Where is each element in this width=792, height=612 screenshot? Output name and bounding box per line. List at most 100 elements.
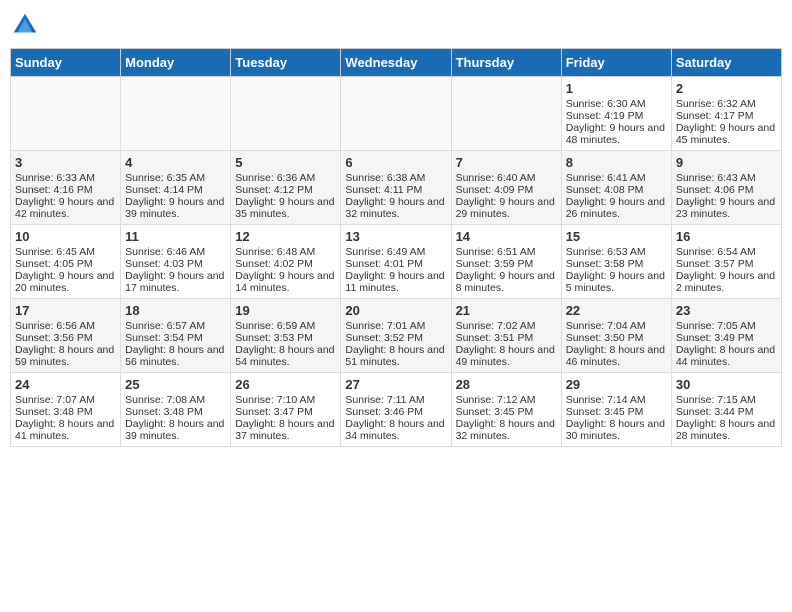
- calendar-cell: 14Sunrise: 6:51 AMSunset: 3:59 PMDayligh…: [451, 225, 561, 299]
- day-number: 1: [566, 81, 667, 96]
- cell-info: Sunset: 3:57 PM: [676, 258, 777, 270]
- cell-info: Sunrise: 6:51 AM: [456, 246, 557, 258]
- cell-info: Sunset: 3:45 PM: [456, 406, 557, 418]
- header-day-wednesday: Wednesday: [341, 49, 451, 77]
- day-number: 23: [676, 303, 777, 318]
- cell-info: Daylight: 9 hours and 14 minutes.: [235, 270, 336, 294]
- header-day-thursday: Thursday: [451, 49, 561, 77]
- day-number: 8: [566, 155, 667, 170]
- cell-info: Sunset: 3:49 PM: [676, 332, 777, 344]
- day-number: 28: [456, 377, 557, 392]
- cell-info: Sunrise: 6:36 AM: [235, 172, 336, 184]
- cell-info: Sunset: 4:09 PM: [456, 184, 557, 196]
- cell-info: Daylight: 9 hours and 11 minutes.: [345, 270, 446, 294]
- cell-info: Sunset: 3:53 PM: [235, 332, 336, 344]
- cell-info: Daylight: 9 hours and 32 minutes.: [345, 196, 446, 220]
- day-number: 6: [345, 155, 446, 170]
- calendar-cell: 29Sunrise: 7:14 AMSunset: 3:45 PMDayligh…: [561, 373, 671, 447]
- cell-info: Sunrise: 6:35 AM: [125, 172, 226, 184]
- cell-info: Sunset: 3:46 PM: [345, 406, 446, 418]
- day-number: 26: [235, 377, 336, 392]
- cell-info: Sunset: 3:52 PM: [345, 332, 446, 344]
- day-number: 25: [125, 377, 226, 392]
- day-number: 21: [456, 303, 557, 318]
- cell-info: Sunset: 4:14 PM: [125, 184, 226, 196]
- cell-info: Sunset: 3:56 PM: [15, 332, 116, 344]
- day-number: 16: [676, 229, 777, 244]
- day-number: 12: [235, 229, 336, 244]
- cell-info: Sunset: 3:59 PM: [456, 258, 557, 270]
- cell-info: Sunrise: 7:10 AM: [235, 394, 336, 406]
- cell-info: Sunrise: 6:57 AM: [125, 320, 226, 332]
- day-number: 18: [125, 303, 226, 318]
- cell-info: Sunrise: 6:30 AM: [566, 98, 667, 110]
- day-number: 2: [676, 81, 777, 96]
- cell-info: Sunrise: 7:08 AM: [125, 394, 226, 406]
- cell-info: Sunset: 4:11 PM: [345, 184, 446, 196]
- cell-info: Sunset: 3:50 PM: [566, 332, 667, 344]
- cell-info: Sunrise: 7:01 AM: [345, 320, 446, 332]
- cell-info: Sunset: 4:06 PM: [676, 184, 777, 196]
- cell-info: Daylight: 8 hours and 41 minutes.: [15, 418, 116, 442]
- calendar-cell: 2Sunrise: 6:32 AMSunset: 4:17 PMDaylight…: [671, 77, 781, 151]
- cell-info: Daylight: 9 hours and 8 minutes.: [456, 270, 557, 294]
- calendar-cell: 18Sunrise: 6:57 AMSunset: 3:54 PMDayligh…: [121, 299, 231, 373]
- cell-info: Sunrise: 6:33 AM: [15, 172, 116, 184]
- cell-info: Sunset: 4:16 PM: [15, 184, 116, 196]
- calendar-cell: 4Sunrise: 6:35 AMSunset: 4:14 PMDaylight…: [121, 151, 231, 225]
- day-number: 24: [15, 377, 116, 392]
- page-header: [10, 10, 782, 40]
- logo-icon: [10, 10, 40, 40]
- cell-info: Daylight: 8 hours and 32 minutes.: [456, 418, 557, 442]
- calendar-cell: 26Sunrise: 7:10 AMSunset: 3:47 PMDayligh…: [231, 373, 341, 447]
- calendar-cell: 22Sunrise: 7:04 AMSunset: 3:50 PMDayligh…: [561, 299, 671, 373]
- cell-info: Sunset: 4:05 PM: [15, 258, 116, 270]
- calendar-week-4: 17Sunrise: 6:56 AMSunset: 3:56 PMDayligh…: [11, 299, 782, 373]
- cell-info: Daylight: 9 hours and 48 minutes.: [566, 122, 667, 146]
- cell-info: Daylight: 8 hours and 59 minutes.: [15, 344, 116, 368]
- cell-info: Sunrise: 6:45 AM: [15, 246, 116, 258]
- cell-info: Sunrise: 7:11 AM: [345, 394, 446, 406]
- calendar-cell: 1 Sunrise: 6:30 AMSunset: 4:19 PMDaylight…: [561, 77, 671, 151]
- cell-info: Sunrise: 6:46 AM: [125, 246, 226, 258]
- calendar-week-5: 24Sunrise: 7:07 AMSunset: 3:48 PMDayligh…: [11, 373, 782, 447]
- cell-info: Sunrise: 7:15 AM: [676, 394, 777, 406]
- cell-info: Sunrise: 6:40 AM: [456, 172, 557, 184]
- cell-info: Daylight: 9 hours and 42 minutes.: [15, 196, 116, 220]
- calendar-cell: 23Sunrise: 7:05 AMSunset: 3:49 PMDayligh…: [671, 299, 781, 373]
- day-number: 19: [235, 303, 336, 318]
- calendar-cell: 5Sunrise: 6:36 AMSunset: 4:12 PMDaylight…: [231, 151, 341, 225]
- cell-info: Sunrise: 6:43 AM: [676, 172, 777, 184]
- cell-info: Sunset: 4:19 PM: [566, 110, 667, 122]
- day-number: 27: [345, 377, 446, 392]
- day-number: 17: [15, 303, 116, 318]
- calendar-week-1: 1Sunrise: 6:30 AMSunset: 4:19 PMDaylight…: [11, 77, 782, 151]
- cell-info: Daylight: 8 hours and 39 minutes.: [125, 418, 226, 442]
- cell-info: Sunrise: 6:54 AM: [676, 246, 777, 258]
- calendar-cell: 3 Sunrise: 6:33 AMSunset: 4:16 PMDaylight…: [11, 151, 121, 225]
- cell-info: Sunrise: 7:12 AM: [456, 394, 557, 406]
- day-number: 15: [566, 229, 667, 244]
- day-number: 7: [456, 155, 557, 170]
- cell-info: Daylight: 9 hours and 45 minutes.: [676, 122, 777, 146]
- day-number: 3: [15, 155, 116, 170]
- calendar-cell: 6Sunrise: 6:38 AMSunset: 4:11 PMDaylight…: [341, 151, 451, 225]
- cell-info: Daylight: 8 hours and 56 minutes.: [125, 344, 226, 368]
- cell-info: Daylight: 8 hours and 37 minutes.: [235, 418, 336, 442]
- calendar-cell: 19Sunrise: 6:59 AMSunset: 3:53 PMDayligh…: [231, 299, 341, 373]
- calendar-cell: [11, 77, 121, 151]
- cell-info: Sunset: 4:02 PM: [235, 258, 336, 270]
- calendar-cell: 28 Sunrise: 7:12 AMSunset: 3:45 PMDayligh…: [451, 373, 561, 447]
- calendar-cell: 17Sunrise: 6:56 AMSunset: 3:56 PMDayligh…: [11, 299, 121, 373]
- calendar-cell: 16Sunrise: 6:54 AMSunset: 3:57 PMDayligh…: [671, 225, 781, 299]
- cell-info: Sunset: 3:48 PM: [125, 406, 226, 418]
- header-day-monday: Monday: [121, 49, 231, 77]
- calendar-week-2: 3Sunrise: 6:33 AMSunset: 4:16 PMDaylight…: [11, 151, 782, 225]
- cell-info: Sunrise: 6:53 AM: [566, 246, 667, 258]
- cell-info: Daylight: 8 hours and 54 minutes.: [235, 344, 336, 368]
- cell-info: Sunset: 4:12 PM: [235, 184, 336, 196]
- day-number: 13: [345, 229, 446, 244]
- cell-info: Daylight: 8 hours and 30 minutes.: [566, 418, 667, 442]
- calendar-cell: 30Sunrise: 7:15 AMSunset: 3:44 PMDayligh…: [671, 373, 781, 447]
- calendar-cell: [121, 77, 231, 151]
